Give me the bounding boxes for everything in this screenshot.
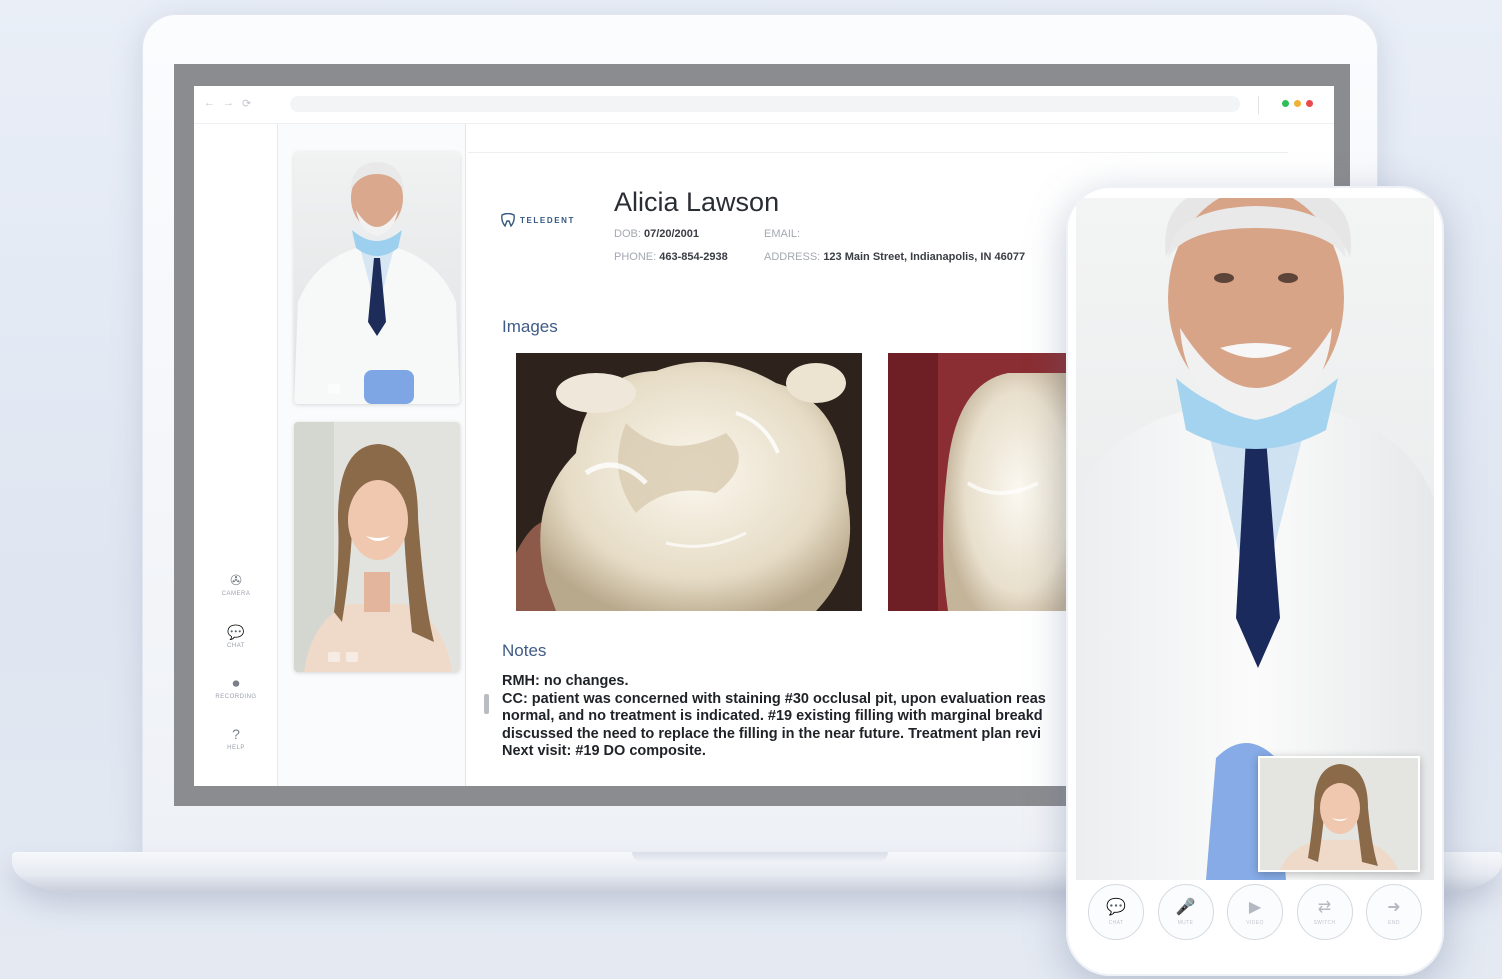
control-label: VIDEO	[1246, 919, 1264, 926]
sidebar-item-label: HELP	[227, 745, 245, 751]
recording-icon: ⏺	[232, 675, 240, 691]
control-label: CHAT	[1108, 919, 1124, 926]
video-toggle-button[interactable]: ▶ VIDEO	[1227, 884, 1283, 940]
chat-icon: 💬	[1106, 898, 1126, 916]
sidebar: ✇ CAMERA 💬 CHAT ⏺ RECORDING ? HELP	[194, 124, 278, 786]
images-section-title: Images	[502, 317, 558, 336]
tooth-logo-icon	[501, 213, 515, 227]
forward-arrow-icon[interactable]: →	[223, 97, 234, 110]
phone-label: PHONE:	[614, 251, 657, 263]
dentist-video-tile[interactable]	[294, 152, 460, 404]
patient-address: ADDRESS: 123 Main Street, Indianapolis, …	[764, 251, 1025, 263]
sidebar-item-label: RECORDING	[215, 694, 257, 700]
browser-toolbar: ← → ⟳	[194, 86, 1334, 124]
tile-camera-icon[interactable]	[346, 652, 358, 662]
url-bar[interactable]	[290, 96, 1240, 112]
sidebar-item-recording[interactable]: ⏺ RECORDING	[194, 675, 278, 700]
participant-video-column	[278, 124, 466, 786]
window-dot-red[interactable]	[1306, 100, 1313, 107]
back-arrow-icon[interactable]: ←	[204, 97, 215, 110]
patient-video-image	[294, 422, 460, 672]
dob-label: DOB:	[614, 228, 641, 240]
chat-button[interactable]: 💬 CHAT	[1088, 884, 1144, 940]
notes-section-title: Notes	[502, 641, 547, 660]
dob-value: 07/20/2001	[643, 228, 700, 240]
phone-device: 💬 CHAT 🎤 MUTE ▶ VIDEO ⇄ SWITCH ➜ END	[1066, 186, 1444, 976]
brand-logo-text: TELEDENT	[520, 215, 576, 225]
patient-pip-image	[1260, 758, 1418, 870]
video-icon: ▶	[1248, 898, 1262, 916]
address-value: 123 Main Street, Indianapolis, IN 46077	[823, 251, 1026, 263]
sidebar-item-label: CAMERA	[221, 591, 251, 597]
end-call-icon: ➜	[1387, 898, 1401, 916]
phone-value: 463-854-2938	[659, 251, 728, 263]
email-label: EMAIL:	[764, 228, 801, 240]
brand-logo: TELEDENT	[500, 213, 575, 227]
switch-camera-icon: ⇄	[1317, 898, 1332, 916]
help-icon: ?	[232, 726, 240, 742]
patient-name: Alicia Lawson	[614, 187, 780, 217]
dental-image-1[interactable]	[516, 353, 862, 611]
toolbar-divider	[1258, 96, 1259, 114]
sidebar-item-label: CHAT	[227, 643, 245, 649]
phone-main-video[interactable]	[1076, 198, 1434, 880]
self-view-pip[interactable]	[1258, 756, 1420, 872]
window-controls	[1282, 100, 1313, 107]
control-label: MUTE	[1177, 919, 1194, 926]
call-controls: 💬 CHAT 🎤 MUTE ▶ VIDEO ⇄ SWITCH ➜ END	[1084, 884, 1426, 950]
sidebar-item-camera[interactable]: ✇ CAMERA	[194, 572, 278, 597]
patient-dob: DOB: 07/20/2001	[614, 228, 699, 240]
patient-email: EMAIL:	[764, 228, 800, 240]
dentist-video-image	[294, 152, 460, 404]
address-label: ADDRESS:	[764, 251, 821, 263]
window-dot-green[interactable]	[1282, 100, 1289, 107]
chat-icon: 💬	[227, 624, 245, 640]
reload-icon[interactable]: ⟳	[242, 97, 251, 110]
browser-nav: ← → ⟳	[204, 97, 251, 110]
tile-mic-icon[interactable]	[328, 384, 340, 394]
end-call-button[interactable]: ➜ END	[1366, 884, 1422, 940]
mic-icon: 🎤	[1175, 898, 1196, 916]
sidebar-item-chat[interactable]: 💬 CHAT	[194, 624, 278, 649]
mute-button[interactable]: 🎤 MUTE	[1157, 884, 1214, 940]
panel-resize-handle[interactable]	[484, 694, 489, 714]
control-label: END	[1388, 919, 1400, 926]
switch-camera-button[interactable]: ⇄ SWITCH	[1296, 884, 1353, 940]
dental-image-2[interactable]	[888, 353, 1068, 611]
laptop-notch	[632, 852, 888, 862]
control-label: SWITCH	[1313, 919, 1336, 926]
sidebar-item-help[interactable]: ? HELP	[194, 726, 278, 751]
window-dot-yellow[interactable]	[1294, 100, 1301, 107]
patient-video-tile[interactable]	[294, 422, 460, 672]
tile-mic-icon[interactable]	[328, 652, 340, 662]
camera-icon: ✇	[230, 572, 242, 588]
patient-phone: PHONE: 463-854-2938	[614, 251, 728, 263]
